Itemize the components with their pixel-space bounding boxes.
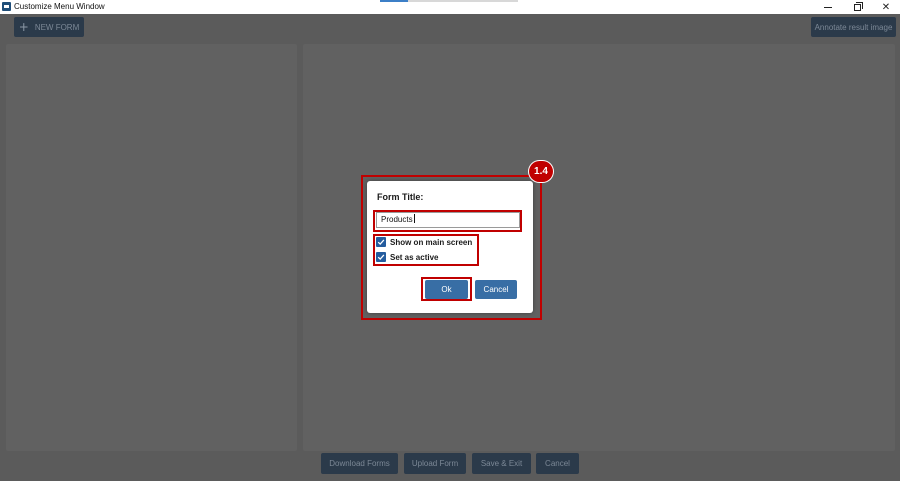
minimize-button[interactable] bbox=[814, 0, 842, 14]
title-bar-accent bbox=[380, 0, 408, 2]
form-title-highlight bbox=[373, 210, 522, 232]
plus-icon: + bbox=[18, 20, 29, 34]
checkboxes-highlight bbox=[373, 234, 479, 266]
title-bar-accent-track bbox=[408, 0, 518, 2]
ok-button-highlight bbox=[421, 277, 472, 301]
minimize-icon bbox=[824, 6, 832, 8]
annotate-result-image-button[interactable]: Annotate result image bbox=[811, 17, 896, 37]
window-title: Customize Menu Window bbox=[14, 2, 105, 11]
save-exit-button[interactable]: Save & Exit bbox=[472, 453, 531, 474]
restore-button[interactable] bbox=[843, 0, 871, 14]
title-bar: Customize Menu Window ✕ bbox=[0, 0, 900, 14]
app-logo-icon bbox=[2, 2, 11, 11]
download-forms-button[interactable]: Download Forms bbox=[321, 453, 398, 474]
footer-cancel-button[interactable]: Cancel bbox=[536, 453, 579, 474]
upload-form-button[interactable]: Upload Form bbox=[404, 453, 466, 474]
restore-icon bbox=[853, 1, 863, 11]
step-badge: 1.4 bbox=[529, 161, 553, 182]
forms-list-panel bbox=[6, 44, 297, 451]
new-form-label: NEW FORM bbox=[34, 22, 80, 32]
close-icon: ✕ bbox=[881, 1, 891, 13]
new-form-button[interactable]: + NEW FORM bbox=[14, 17, 84, 37]
close-button[interactable]: ✕ bbox=[872, 0, 900, 14]
